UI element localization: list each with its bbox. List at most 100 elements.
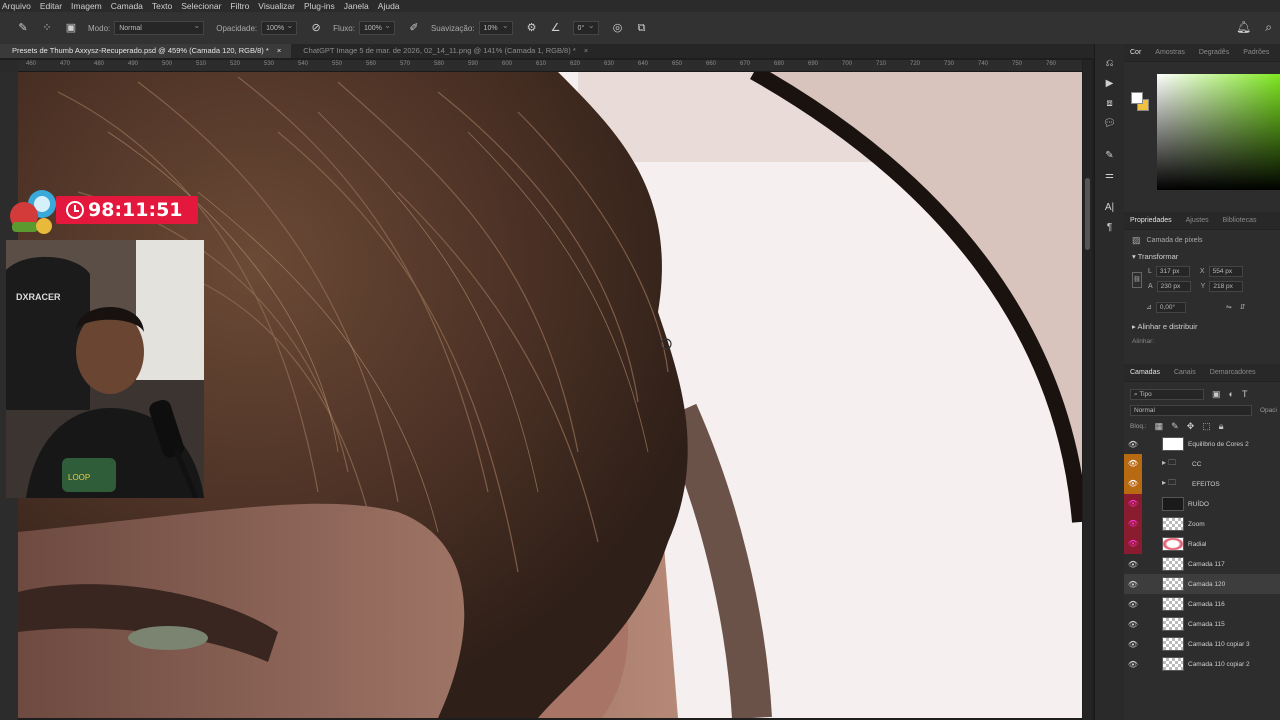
menu-item-arquivo[interactable]: Arquivo	[2, 1, 31, 11]
layers-tab-camadas[interactable]: Camadas	[1130, 369, 1160, 376]
lock-artboard-icon[interactable]: ⬚	[1202, 421, 1211, 432]
layer-row[interactable]: 👁︎ Equilíbrio de Cores 2	[1124, 434, 1280, 454]
align-section-header[interactable]: ▸ Alinhar e distribuir	[1124, 320, 1280, 334]
layer-row[interactable]: 👁︎ Camada 115	[1124, 614, 1280, 634]
width-field[interactable]: 317 px	[1155, 266, 1190, 277]
layer-row[interactable]: 👁︎ Camada 110 copiar 2	[1124, 654, 1280, 674]
menu-item-ajuda[interactable]: Ajuda	[378, 1, 400, 11]
visibility-eye-icon[interactable]: 👁︎	[1124, 640, 1142, 649]
y-field[interactable]: 218 px	[1209, 281, 1244, 292]
visibility-eye-icon[interactable]: 👁︎	[1124, 600, 1142, 609]
close-icon[interactable]: ×	[582, 46, 588, 55]
layer-row[interactable]: 👁︎ ▸ 🗀︎ EFEITOS	[1124, 474, 1280, 494]
transform-section-header[interactable]: ▾ Transformar	[1124, 250, 1280, 264]
layer-row[interactable]: 👁︎ Camada 116	[1124, 594, 1280, 614]
lock-all-icon[interactable]: 🔒︎	[1219, 421, 1224, 432]
layers-tab-canais[interactable]: Canais	[1174, 369, 1196, 376]
airbrush-icon[interactable]: ✐	[407, 21, 421, 35]
menu-item-imagem[interactable]: Imagem	[71, 1, 102, 11]
visibility-eye-icon[interactable]: 👁︎	[1124, 534, 1142, 554]
color-tab-padres[interactable]: Padrões	[1243, 49, 1269, 56]
foreground-color-swatch[interactable]	[1131, 92, 1143, 104]
blend-mode-dropdown[interactable]: Normal	[1130, 404, 1252, 416]
visibility-eye-icon[interactable]: 👁︎	[1124, 580, 1142, 589]
x-field[interactable]: 554 px	[1208, 266, 1243, 277]
lock-position-icon[interactable]: ✥	[1187, 421, 1195, 432]
paragraph-icon[interactable]: ¶	[1103, 220, 1117, 236]
layer-row[interactable]: 👁︎ Camada 117	[1124, 554, 1280, 574]
visibility-eye-icon[interactable]: 👁︎	[1124, 474, 1142, 494]
properties-tab-bibliotecas[interactable]: Bibliotecas	[1223, 217, 1257, 224]
layer-row[interactable]: 👁︎ Zoom	[1124, 514, 1280, 534]
scroll-thumb[interactable]	[1085, 178, 1090, 250]
brushes-icon[interactable]: ✎	[1103, 148, 1117, 164]
color-tab-degrads[interactable]: Degradês	[1199, 49, 1229, 56]
visibility-eye-icon[interactable]: 👁︎	[1124, 494, 1142, 514]
layer-filter-dropdown[interactable]: ⌕ Tipo	[1130, 388, 1204, 400]
flip-vertical-icon[interactable]: ⇵	[1240, 303, 1246, 311]
color-tab-amostras[interactable]: Amostras	[1155, 49, 1185, 56]
angle-field[interactable]: 0,00°	[1155, 301, 1186, 313]
filter-adjust-icon[interactable]: ◐	[1229, 389, 1234, 399]
height-field[interactable]: 230 px	[1156, 281, 1191, 292]
menu-item-janela[interactable]: Janela	[344, 1, 369, 11]
search-icon[interactable]: ⌕	[1265, 20, 1272, 35]
document-tab[interactable]: ChatGPT Image 5 de mar. de 2026, 02_14_1…	[291, 44, 598, 58]
brush-settings-icon[interactable]: ▣	[64, 21, 78, 35]
character-icon[interactable]: A|	[1103, 200, 1117, 216]
properties-tab-propriedades[interactable]: Propriedades	[1130, 217, 1172, 224]
brush-preset-icon[interactable]: ⁘	[40, 21, 54, 35]
menu-item-visualizar[interactable]: Visualizar	[258, 1, 295, 11]
visibility-eye-icon[interactable]: 👁︎	[1124, 440, 1142, 449]
visibility-eye-icon[interactable]: 👁︎	[1124, 660, 1142, 669]
tool-presets-icon[interactable]: ⚌	[1103, 168, 1117, 184]
gear-icon[interactable]: ⚙	[525, 21, 539, 35]
visibility-eye-icon[interactable]: 👁︎	[1124, 514, 1142, 534]
layer-row[interactable]: 👁︎ Camada 110 copiar 3	[1124, 634, 1280, 654]
stamp-icon[interactable]: ⧈	[1103, 96, 1117, 112]
lock-transparency-icon[interactable]: ▦	[1155, 421, 1164, 432]
opacity-field[interactable]: 100%	[261, 21, 298, 35]
history-icon[interactable]: ⎌	[1103, 56, 1117, 72]
menu-item-selecionar[interactable]: Selecionar	[181, 1, 221, 11]
layer-row[interactable]: 👁︎ RUÍDO	[1124, 494, 1280, 514]
filter-pixel-icon[interactable]: ▣	[1212, 389, 1221, 400]
smoothing-field[interactable]: 10%	[478, 21, 513, 35]
flip-horizontal-icon[interactable]: ⇋	[1226, 303, 1232, 311]
visibility-eye-icon[interactable]: 👁︎	[1124, 620, 1142, 629]
symmetry-icon[interactable]: ⧉	[635, 21, 649, 35]
properties-layer-type: ▨ Camada de pixels	[1124, 230, 1280, 250]
layer-row[interactable]: 👁︎ ▸ 🗀︎ CC	[1124, 454, 1280, 474]
document-tab[interactable]: Presets de Thumb Axxysz-Recuperado.psd @…	[0, 44, 292, 58]
layers-tab-demarcadores[interactable]: Demarcadores	[1210, 369, 1256, 376]
filter-type-icon[interactable]: T	[1242, 389, 1248, 399]
color-tab-cor[interactable]: Cor	[1130, 49, 1141, 56]
menu-item-editar[interactable]: Editar	[40, 1, 62, 11]
layer-row[interactable]: 👁︎ Radial	[1124, 534, 1280, 554]
comments-icon[interactable]: 💬︎	[1103, 116, 1117, 132]
menu-item-plugins[interactable]: Plug-ins	[304, 1, 335, 11]
link-icon[interactable]: ⛓	[1132, 272, 1142, 288]
close-icon[interactable]: ×	[275, 46, 281, 55]
flow-field[interactable]: 100%	[358, 21, 395, 35]
menu-item-camada[interactable]: Camada	[111, 1, 143, 11]
menu-item-texto[interactable]: Texto	[152, 1, 172, 11]
menu-item-filtro[interactable]: Filtro	[230, 1, 249, 11]
layer-row[interactable]: 👁︎ Camada 120	[1124, 574, 1280, 594]
pressure-opacity-icon[interactable]: ⊘	[309, 21, 323, 35]
notification-bell-icon[interactable]: 🔔︎	[1236, 20, 1251, 35]
angle-field[interactable]: 0°	[572, 21, 599, 35]
visibility-eye-icon[interactable]: 👁︎	[1124, 560, 1142, 569]
actions-play-icon[interactable]: ▶	[1103, 76, 1117, 92]
mode-dropdown[interactable]: Normal	[114, 21, 205, 35]
brush-tool-icon[interactable]: ✎	[16, 21, 30, 35]
svg-text:DXRACER: DXRACER	[16, 292, 61, 302]
visibility-eye-icon[interactable]: 👁︎	[1124, 454, 1142, 474]
lock-pixels-icon[interactable]: ✎	[1171, 421, 1179, 432]
pressure-size-icon[interactable]: ◎	[611, 21, 625, 35]
properties-tab-ajustes[interactable]: Ajustes	[1186, 217, 1209, 224]
color-picker-field[interactable]	[1157, 74, 1280, 190]
document-tabs: Presets de Thumb Axxysz-Recuperado.psd @…	[0, 44, 1094, 58]
vertical-scrollbar[interactable]	[1083, 60, 1092, 720]
angle-icon[interactable]: ∠	[549, 21, 563, 35]
